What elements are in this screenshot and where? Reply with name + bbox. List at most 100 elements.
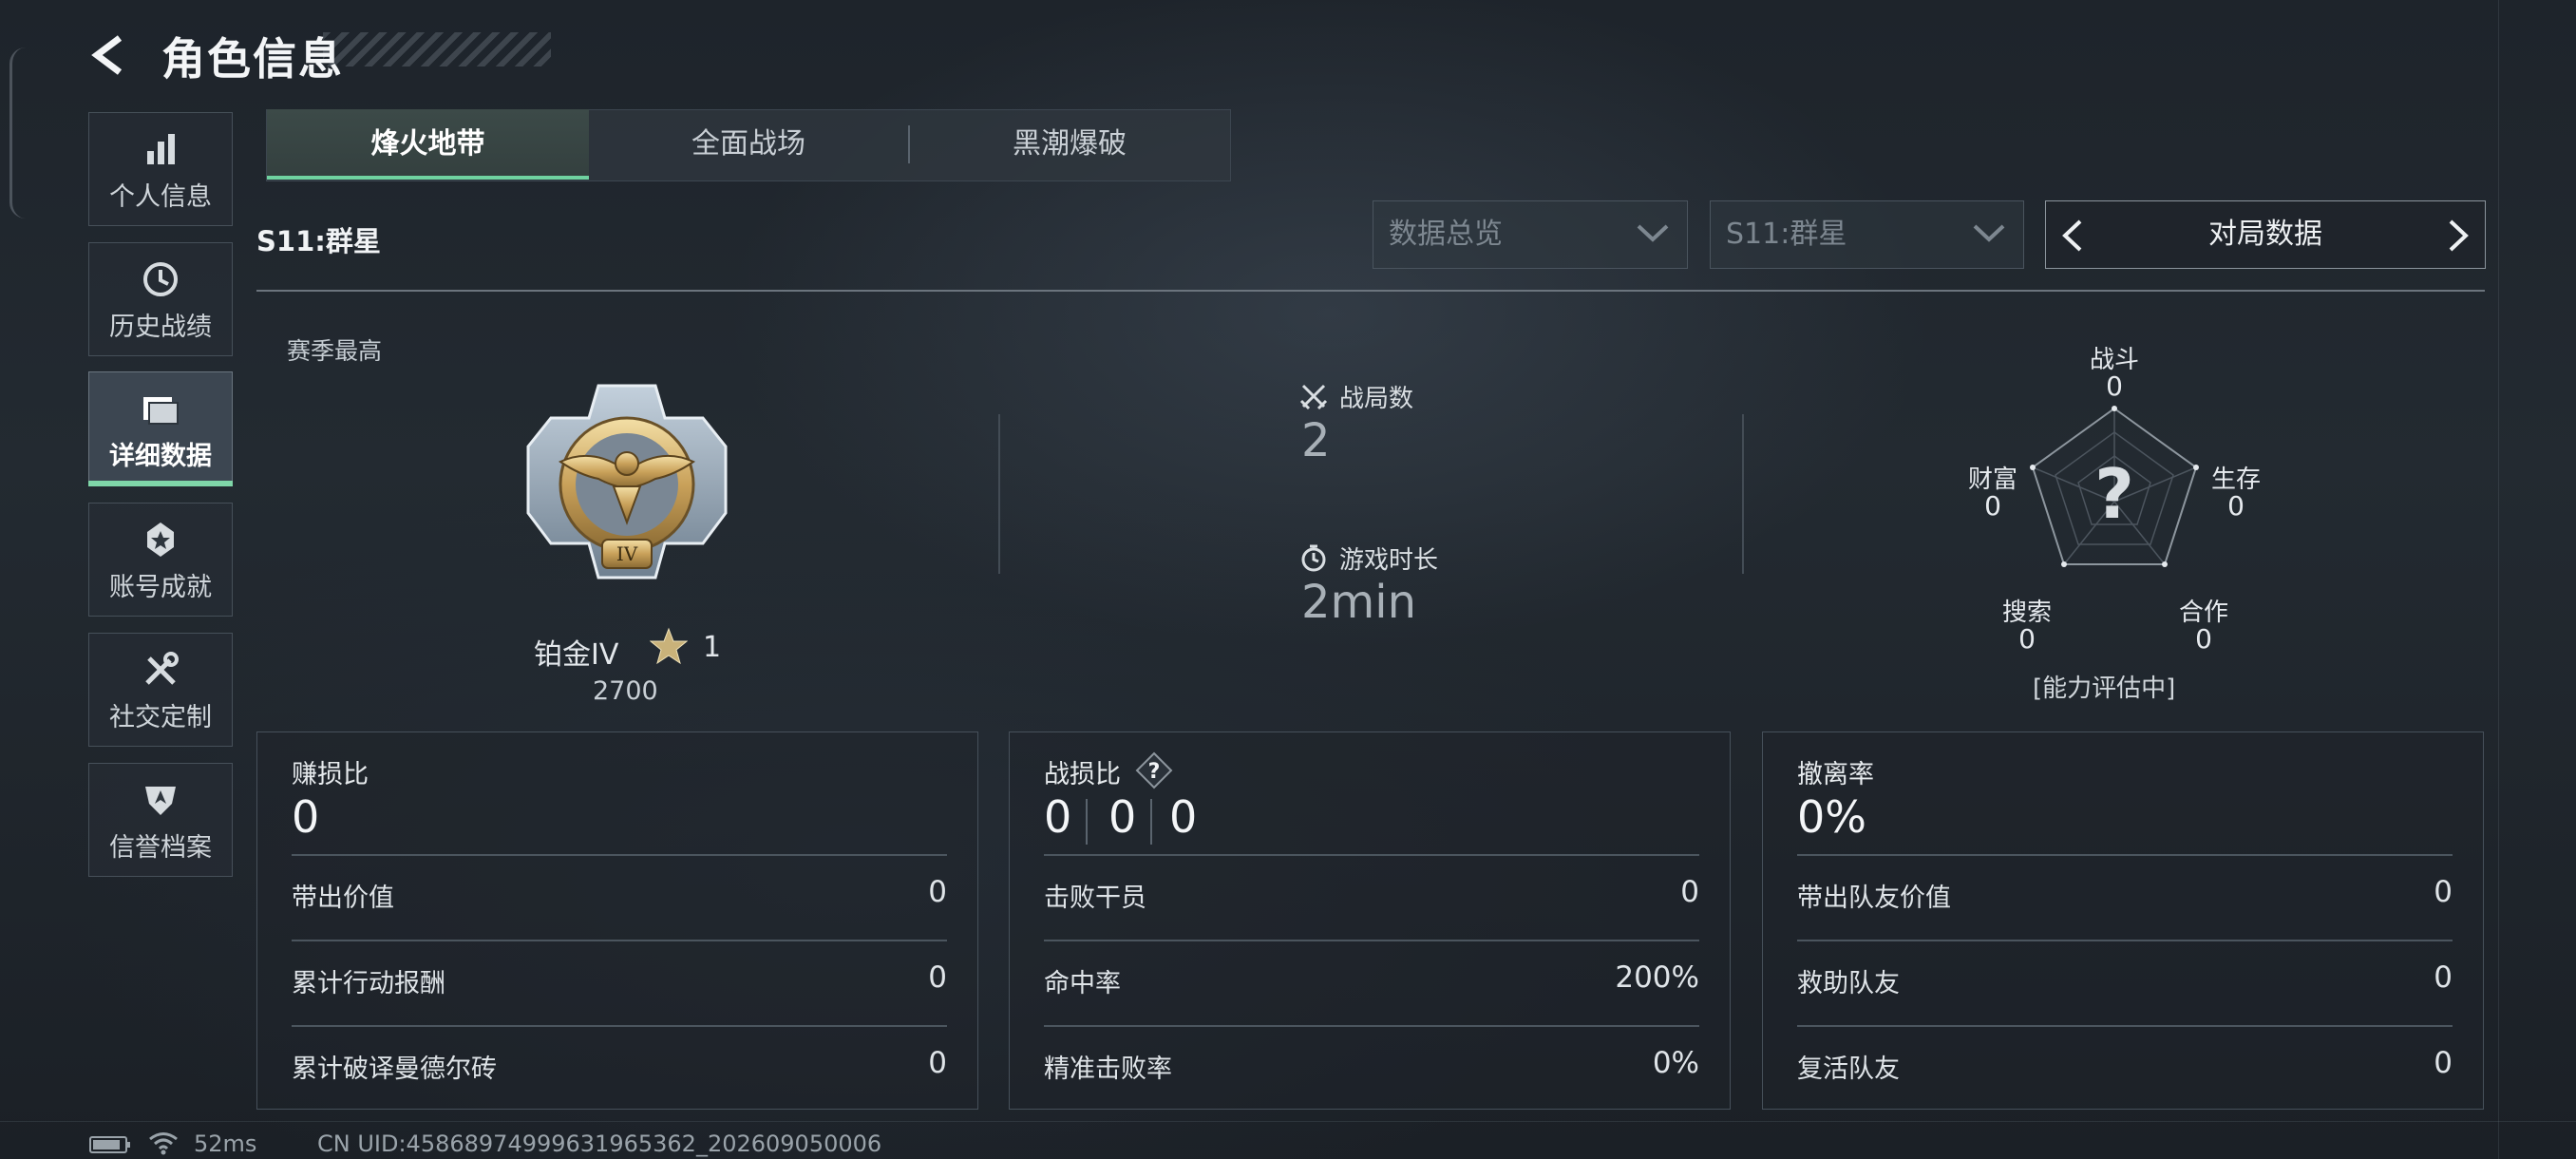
svg-text:?: ? (1148, 760, 1161, 784)
kd-value-3: 0 (1169, 791, 1198, 843)
sidebar-item-personal-info[interactable]: 个人信息 (88, 112, 233, 226)
row-label: 累计行动报酬 (292, 969, 445, 998)
background-line (0, 1121, 2576, 1122)
rank-score: 2700 (593, 676, 658, 706)
wifi-icon (149, 1132, 178, 1155)
chevron-right-icon[interactable] (2445, 218, 2472, 253)
panel-value: 0 (292, 791, 320, 843)
background-line (2498, 0, 2499, 1159)
sidebar-item-achievements[interactable]: 账号成就 (88, 503, 233, 617)
tab-battlefield-zone[interactable]: 烽火地带 (267, 109, 589, 180)
dropdown-value: S11:群星 (1726, 218, 1847, 251)
sidebar-item-label: 详细数据 (109, 442, 212, 471)
row-label: 救助队友 (1797, 969, 1900, 998)
matches-value: 2 (1301, 414, 1331, 467)
panel-divider (292, 854, 947, 856)
radar-value-combat: 0 (2106, 370, 2123, 402)
kd-value-1: 0 (1044, 791, 1072, 843)
stopwatch-icon (1301, 544, 1326, 572)
radar-status: [能力评估中] (2033, 674, 2176, 703)
kd-separator (1086, 799, 1088, 845)
sidebar-active-indicator (88, 481, 233, 486)
match-data-pager: 对局数据 (2045, 200, 2486, 269)
sidebar-item-social-custom[interactable]: 社交定制 (88, 633, 233, 747)
dropdown-value: 数据总览 (1389, 218, 1503, 251)
platinum-rank-medal-icon: IV (526, 384, 728, 580)
data-overview-dropdown[interactable]: 数据总览 (1373, 200, 1688, 269)
page-title: 角色信息 (161, 33, 344, 85)
row-label: 精准击败率 (1044, 1054, 1172, 1084)
extraction-rate-panel: 撤离率 0% 带出队友价值 0 救助队友 0 复活队友 0 (1762, 732, 2484, 1110)
row-divider (1797, 940, 2453, 941)
row-label: 带出价值 (292, 884, 394, 913)
tab-dark-tide-demolition[interactable]: 黑潮爆破 (910, 109, 1229, 180)
network-ping: 52ms (194, 1130, 257, 1157)
rank-name: 铂金IV (534, 638, 619, 672)
sidebar-item-detailed-data[interactable]: 详细数据 (88, 371, 233, 484)
row-divider (1044, 940, 1699, 941)
shield-credit-icon (145, 787, 176, 815)
panel-divider (1044, 854, 1699, 856)
row-divider (292, 940, 947, 941)
season-best-label: 赛季最高 (287, 337, 383, 365)
help-question-icon[interactable]: ? (1135, 751, 1173, 789)
section-divider (256, 290, 2485, 292)
vertical-divider (998, 414, 1000, 574)
season-dropdown[interactable]: S11:群星 (1710, 200, 2024, 269)
sidebar-item-credit-record[interactable]: 信誉档案 (88, 763, 233, 877)
row-value: 0 (2434, 1046, 2453, 1080)
kd-value-2: 0 (1108, 791, 1137, 843)
row-label: 累计破译曼德尔砖 (292, 1054, 497, 1084)
tools-wrench-icon (145, 652, 179, 685)
profit-ratio-panel: 赚损比 0 带出价值 0 累计行动报酬 0 累计破译曼德尔砖 0 (256, 732, 978, 1110)
vertical-divider (1742, 414, 1744, 574)
row-divider (1797, 1025, 2453, 1027)
radar-value-cooperation: 0 (2195, 623, 2212, 655)
sidebar-item-history[interactable]: 历史战绩 (88, 242, 233, 356)
sidebar-item-label: 信誉档案 (109, 833, 212, 863)
panel-title: 战损比 (1044, 760, 1121, 789)
crossed-swords-icon (1299, 384, 1328, 410)
svg-text:IV: IV (616, 542, 638, 565)
row-label: 命中率 (1044, 969, 1121, 998)
tab-full-battlefield[interactable]: 全面战场 (589, 109, 908, 180)
row-value: 0 (2434, 960, 2453, 995)
row-value: 0 (1680, 875, 1699, 909)
rank-star-count: 1 (703, 631, 722, 664)
playtime-value: 2min (1301, 576, 1417, 629)
folder-stack-icon (143, 397, 179, 425)
panel-divider (1797, 854, 2453, 856)
bar-chart-icon (147, 134, 175, 164)
radar-value-survival: 0 (2227, 490, 2245, 522)
panel-title: 赚损比 (292, 760, 369, 789)
sidebar-item-label: 历史战绩 (109, 313, 212, 342)
history-clock-icon (143, 262, 178, 296)
background-deco-arc (9, 48, 26, 218)
chevron-down-icon (1973, 224, 2005, 242)
kd-ratio-panel: 战损比 ? 0 0 0 击败干员 0 命中率 200% 精准击败率 0% (1009, 732, 1731, 1110)
row-divider (292, 1025, 947, 1027)
season-title: S11:群星 (256, 225, 381, 257)
sidebar-item-label: 个人信息 (109, 182, 212, 212)
row-value: 200% (1615, 960, 1699, 995)
battery-icon (89, 1136, 130, 1153)
row-value: 0 (928, 960, 947, 995)
panel-title: 撤离率 (1797, 760, 1874, 789)
row-divider (1044, 1025, 1699, 1027)
achievement-badge-icon (147, 522, 174, 557)
row-value: 0% (1652, 1046, 1699, 1080)
radar-value-wealth: 0 (1984, 490, 2001, 522)
playtime-label: 游戏时长 (1339, 546, 1439, 575)
sidebar-item-label: 社交定制 (109, 703, 212, 732)
chevron-down-icon (1637, 224, 1669, 242)
sidebar-item-label: 账号成就 (109, 573, 212, 602)
row-value: 0 (928, 875, 947, 909)
star-icon (650, 627, 688, 665)
row-label: 击败干员 (1044, 884, 1146, 913)
user-uid: CN UID:45868974999631965362_202609050006 (317, 1130, 882, 1157)
radar-value-search: 0 (2018, 623, 2036, 655)
back-arrow-icon[interactable] (87, 32, 133, 78)
panel-value: 0% (1797, 791, 1866, 843)
row-value: 0 (2434, 875, 2453, 909)
row-label: 带出队友价值 (1797, 884, 1951, 913)
